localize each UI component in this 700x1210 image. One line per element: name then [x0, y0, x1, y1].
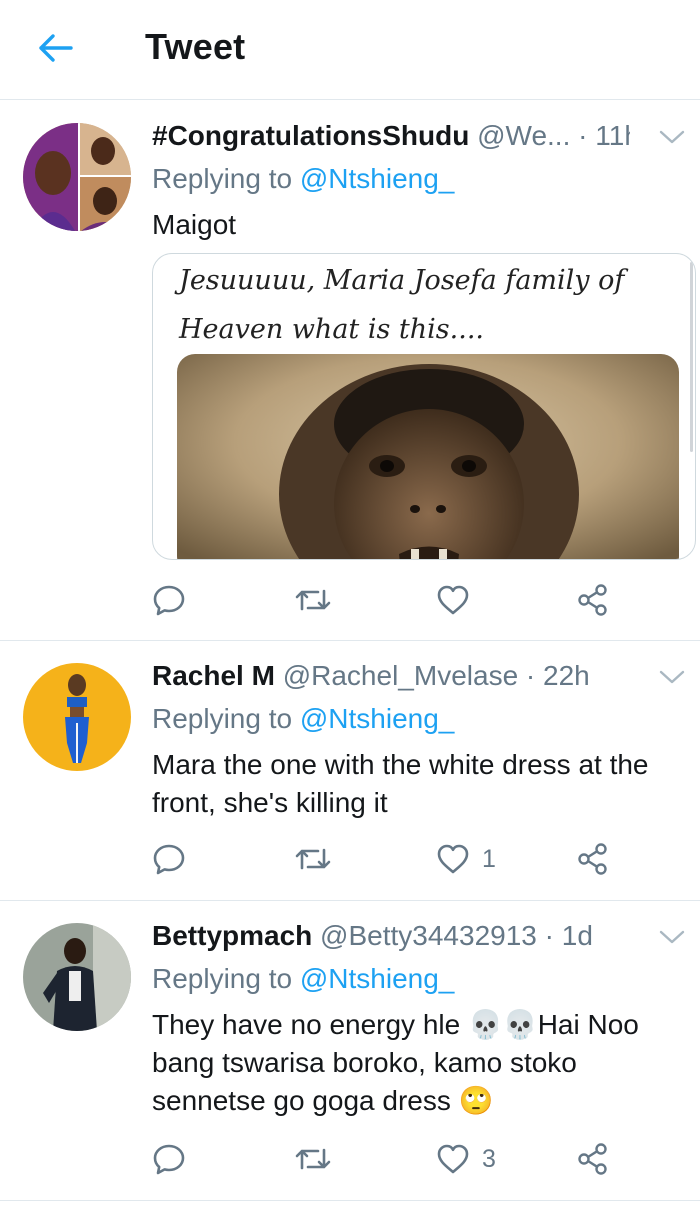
avatar-image [23, 923, 131, 1031]
chevron-down-icon [659, 130, 685, 144]
media-scrollbar [690, 262, 693, 452]
retweet-button[interactable] [294, 580, 344, 620]
heart-icon [437, 585, 469, 615]
reply-icon [153, 1144, 185, 1175]
retweet-icon [295, 848, 331, 870]
tweet-text-content: They have no energy hle 💀💀Hai Noo bang t… [152, 1009, 639, 1116]
replying-to: Replying to @Ntshieng_ [152, 703, 454, 735]
timestamp[interactable]: 22h [543, 660, 590, 691]
replying-to-label: Replying to [152, 963, 293, 994]
tweet-1[interactable]: #CongratulationsShudu @We... · 11h Reply… [0, 101, 700, 641]
reply-button[interactable] [152, 1139, 198, 1179]
like-button[interactable] [436, 580, 482, 620]
display-name[interactable]: Bettypmach [152, 920, 312, 951]
retweet-icon [295, 1148, 331, 1170]
share-button[interactable] [576, 580, 622, 620]
separator-dot: · [525, 660, 536, 691]
reply-button[interactable] [152, 580, 198, 620]
media-caption: Jesuuuuu, Maria Josefa family of Heaven … [179, 265, 625, 345]
avatar[interactable] [23, 663, 131, 771]
tweet-text: Maigot [152, 209, 237, 240]
mention-link[interactable]: @Ntshieng_ [300, 963, 455, 994]
heart-icon [437, 1144, 469, 1174]
back-button[interactable] [30, 25, 80, 70]
mention-link[interactable]: @Ntshieng_ [300, 163, 455, 194]
tweet-header: #CongratulationsShudu @We... · 11h [152, 120, 630, 152]
share-icon [578, 584, 607, 616]
like-count: 3 [482, 1144, 496, 1173]
timestamp[interactable]: 11h [595, 120, 630, 151]
like-button[interactable]: 1 [436, 839, 496, 879]
mention-link[interactable]: @Ntshieng_ [300, 703, 455, 734]
tweet-actions: 3 [152, 1139, 632, 1179]
tweet-menu-button[interactable] [656, 123, 688, 151]
chevron-down-icon [659, 670, 685, 684]
media-photo [177, 354, 679, 559]
share-icon [578, 843, 607, 875]
reply-button[interactable] [152, 839, 198, 879]
separator-dot: · [578, 120, 588, 151]
user-handle[interactable]: @Rachel_Mvelase [283, 660, 518, 691]
tweet-3[interactable]: Bettypmach @Betty34432913 · 1d Replying … [0, 901, 700, 1201]
tweet-text: Mara the one with the white dress at the… [152, 749, 649, 818]
like-button[interactable]: 3 [436, 1139, 496, 1179]
monkey-image [177, 354, 679, 559]
tweet-header: Rachel M @Rachel_Mvelase · 22h [152, 660, 630, 692]
replying-to: Replying to @Ntshieng_ [152, 163, 454, 195]
tweet-header: Bettypmach @Betty34432913 · 1d [152, 920, 630, 952]
page-title: Tweet [145, 26, 246, 67]
display-name[interactable]: Rachel M [152, 660, 275, 691]
reply-icon [153, 844, 185, 875]
tweet-menu-button[interactable] [656, 663, 688, 691]
face-with-rolling-eyes-emoji: 🙄 [458, 1085, 494, 1116]
avatar-image [23, 123, 131, 231]
reply-icon [153, 585, 185, 616]
tweet-actions: 1 [152, 839, 632, 879]
chevron-down-icon [659, 930, 685, 944]
separator-dot: · [544, 920, 554, 951]
replying-to: Replying to @Ntshieng_ [152, 963, 454, 995]
top-bar: Tweet [0, 0, 700, 100]
heart-icon [437, 844, 469, 874]
arrow-left-icon [39, 33, 73, 62]
share-icon [578, 1143, 607, 1175]
avatar-image [23, 663, 131, 771]
tweet-media-card[interactable]: Jesuuuuu, Maria Josefa family of Heaven … [152, 253, 696, 560]
retweet-icon [295, 589, 331, 611]
retweet-button[interactable] [294, 1139, 344, 1179]
retweet-button[interactable] [294, 839, 344, 879]
share-button[interactable] [576, 839, 622, 879]
timestamp[interactable]: 1d [562, 920, 593, 951]
tweet-menu-button[interactable] [656, 923, 688, 951]
avatar[interactable] [23, 123, 131, 231]
like-count: 1 [482, 844, 496, 873]
tweet-text: They have no energy hle 💀💀Hai Noo bang t… [152, 1006, 692, 1120]
tweet-2[interactable]: Rachel M @Rachel_Mvelase · 22h Replying … [0, 641, 700, 901]
display-name[interactable]: #CongratulationsShudu [152, 120, 469, 151]
replying-to-label: Replying to [152, 163, 293, 194]
user-handle[interactable]: @We... [477, 120, 570, 151]
replying-to-label: Replying to [152, 703, 293, 734]
share-button[interactable] [576, 1139, 622, 1179]
tweet-actions [152, 580, 632, 620]
avatar[interactable] [23, 923, 131, 1031]
user-handle[interactable]: @Betty34432913 [320, 920, 537, 951]
